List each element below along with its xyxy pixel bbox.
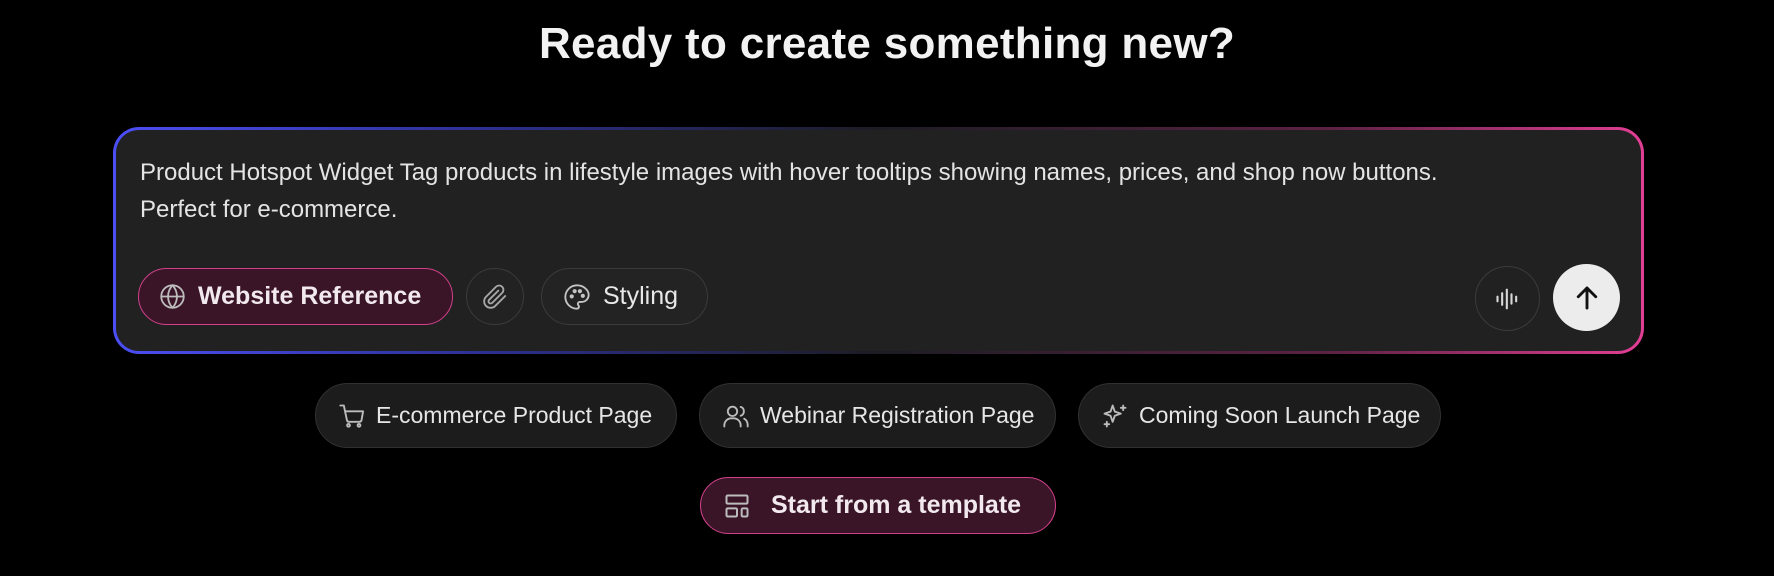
arrow-up-icon bbox=[1572, 283, 1602, 313]
prompt-composer: Product Hotspot Widget Tag products in l… bbox=[113, 127, 1644, 354]
composer-panel: Product Hotspot Widget Tag products in l… bbox=[116, 130, 1641, 351]
website-reference-button[interactable]: Website Reference bbox=[138, 268, 453, 325]
attach-button[interactable] bbox=[466, 268, 524, 325]
suggestion-label: Webinar Registration Page bbox=[760, 402, 1035, 428]
suggestion-label: E-commerce Product Page bbox=[376, 402, 653, 428]
page-headline: Ready to create something new? bbox=[538, 19, 1236, 68]
layout-template-icon bbox=[723, 492, 751, 520]
audio-waveform-icon bbox=[1494, 285, 1522, 313]
suggestion-webinar-registration-page[interactable]: Webinar Registration Page bbox=[699, 383, 1056, 448]
prompt-input[interactable]: Product Hotspot Widget Tag products in l… bbox=[140, 154, 1610, 228]
paperclip-icon bbox=[482, 284, 508, 310]
sparkles-icon bbox=[1101, 402, 1129, 430]
globe-icon bbox=[159, 283, 186, 310]
styling-label: Styling bbox=[603, 282, 679, 310]
send-button[interactable] bbox=[1553, 264, 1620, 331]
voice-input-button[interactable] bbox=[1475, 266, 1540, 331]
suggestion-ecommerce-product-page[interactable]: E-commerce Product Page bbox=[315, 383, 677, 448]
users-icon bbox=[722, 402, 750, 430]
suggestion-label: Coming Soon Launch Page bbox=[1139, 402, 1421, 428]
start-from-template-button[interactable]: Start from a template bbox=[700, 477, 1056, 534]
suggestion-coming-soon-launch-page[interactable]: Coming Soon Launch Page bbox=[1078, 383, 1441, 448]
template-button-label: Start from a template bbox=[771, 491, 1022, 519]
shopping-cart-icon bbox=[338, 402, 366, 430]
styling-button[interactable]: Styling bbox=[541, 268, 708, 325]
palette-icon bbox=[563, 283, 591, 311]
website-reference-label: Website Reference bbox=[198, 282, 422, 310]
